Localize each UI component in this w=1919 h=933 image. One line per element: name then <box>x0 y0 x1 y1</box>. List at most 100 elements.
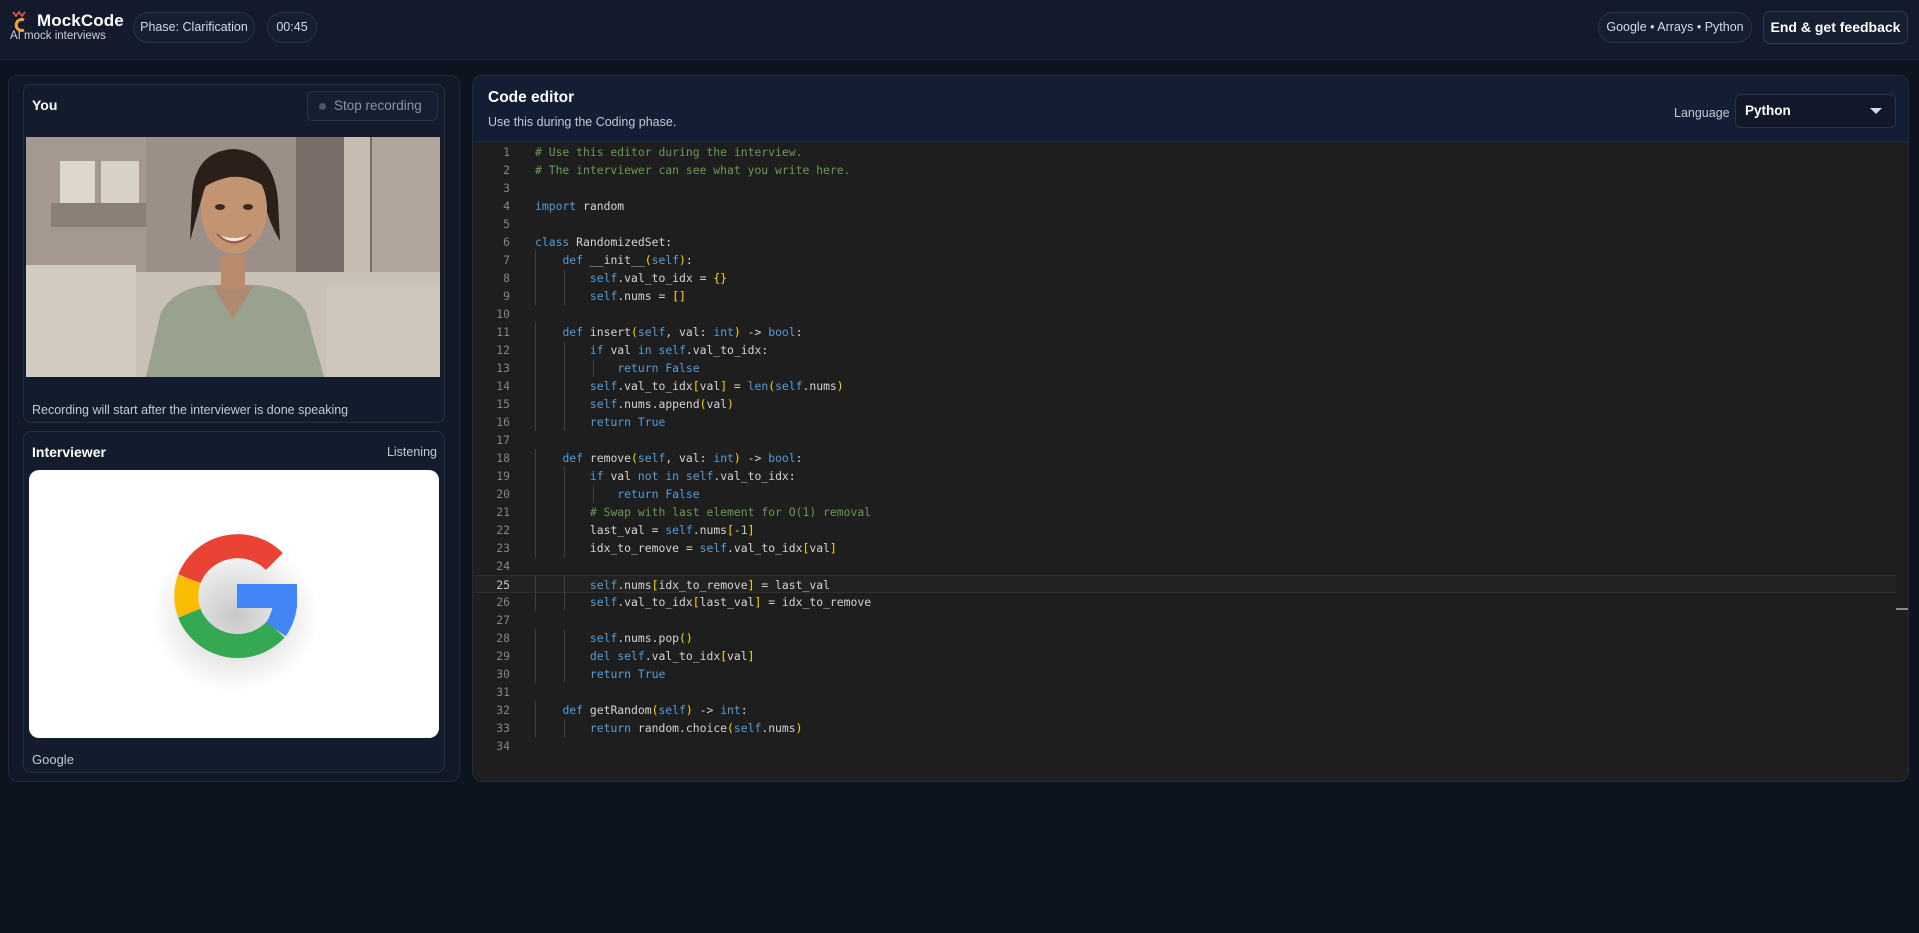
line-content: # Swap with last element for O(1) remova… <box>535 503 871 521</box>
code-token: .nums = <box>617 289 673 303</box>
code-token: insert <box>583 325 632 339</box>
code-line[interactable]: 23 idx_to_remove = self.val_to_idx[val] <box>473 539 1896 557</box>
language-label: Language <box>1674 106 1730 120</box>
line-number: 11 <box>496 325 510 339</box>
participants-panel: You Stop recording Recording will start … <box>8 75 460 782</box>
code-line[interactable]: 4 import random <box>473 197 1896 215</box>
code-line[interactable]: 28 self.nums.pop() <box>473 629 1896 647</box>
code-editor-textarea[interactable]: 1 # Use this editor during the interview.… <box>473 142 1908 781</box>
stop-recording-button[interactable]: Stop recording <box>307 91 438 121</box>
code-token: ( <box>644 253 652 267</box>
code-line[interactable]: 33 return random.choice(self.nums) <box>473 719 1896 737</box>
code-token: idx_to_remove = <box>589 541 700 555</box>
code-token: ] <box>747 523 755 537</box>
code-token: int <box>713 451 734 465</box>
code-line[interactable]: 9 self.nums = [] <box>473 287 1896 305</box>
code-token: = <box>727 379 748 393</box>
code-line[interactable]: 12 if val in self.val_to_idx: <box>473 341 1896 359</box>
line-content: class RandomizedSet: <box>535 233 672 251</box>
code-token: __init__ <box>583 253 645 267</box>
code-line[interactable]: 15 self.nums.append(val) <box>473 395 1896 413</box>
code-token: self <box>589 595 618 609</box>
line-number: 8 <box>503 271 510 285</box>
language-select[interactable]: Python <box>1735 94 1896 128</box>
code-line[interactable]: 17 <box>473 431 1896 449</box>
code-line[interactable]: 11 def insert(self, val: int) -> bool: <box>473 323 1896 341</box>
code-line[interactable]: 3 <box>473 179 1896 197</box>
code-line[interactable]: 34 <box>473 737 1896 755</box>
line-number: 32 <box>496 703 510 717</box>
code-line[interactable]: 26 self.val_to_idx[last_val] = idx_to_re… <box>473 593 1896 611</box>
line-content: def insert(self, val: int) -> bool: <box>535 323 803 341</box>
code-line[interactable]: 31 <box>473 683 1896 701</box>
code-line[interactable]: 10 <box>473 305 1896 323</box>
code-line[interactable]: 29 del self.val_to_idx[val] <box>473 647 1896 665</box>
code-line[interactable]: 2 # The interviewer can see what you writ… <box>473 161 1896 179</box>
line-content: self.val_to_idx[val] = len(self.nums) <box>535 377 844 395</box>
code-line[interactable]: 7 def __init__(self): <box>473 251 1896 269</box>
webcam-video <box>26 137 440 377</box>
line-number: 25 <box>496 578 510 592</box>
code-token: self <box>775 379 803 393</box>
code-line[interactable]: 25 self.nums[idx_to_remove] = last_val <box>473 575 1896 594</box>
code-line[interactable]: 18 def remove(self, val: int) -> bool: <box>473 449 1896 467</box>
code-line[interactable]: 21 # Swap with last element for O(1) rem… <box>473 503 1896 521</box>
line-number: 27 <box>496 613 510 627</box>
brand-subtitle: AI mock interviews <box>10 30 106 42</box>
editor-title: Code editor <box>488 89 575 106</box>
code-token: self <box>685 469 714 483</box>
code-token: ] <box>829 541 837 555</box>
code-token: False <box>665 487 700 501</box>
code-token: self <box>589 578 618 592</box>
line-content: self.nums = [] <box>535 287 686 305</box>
code-token: ) <box>733 451 741 465</box>
code-token: False <box>665 361 700 375</box>
code-line[interactable]: 14 self.val_to_idx[val] = len(self.nums) <box>473 377 1896 395</box>
code-line[interactable]: 27 <box>473 611 1896 629</box>
code-line[interactable]: 19 if val not in self.val_to_idx: <box>473 467 1896 485</box>
chevron-down-icon <box>1870 108 1882 114</box>
code-line[interactable]: 20 return False <box>473 485 1896 503</box>
code-token: : <box>795 325 803 339</box>
code-line[interactable]: 30 return True <box>473 665 1896 683</box>
code-line[interactable]: 16 return True <box>473 413 1896 431</box>
code-editor-panel: Code editor Use this during the Coding p… <box>472 75 1909 782</box>
line-number: 26 <box>496 595 510 609</box>
code-line[interactable]: 24 <box>473 557 1896 575</box>
code-line[interactable]: 8 self.val_to_idx = {} <box>473 269 1896 287</box>
code-line[interactable]: 13 return False <box>473 359 1896 377</box>
line-number: 29 <box>496 649 510 663</box>
webcam-frame-illustration <box>26 137 440 377</box>
code-token: val <box>809 541 830 555</box>
line-content: self.nums[idx_to_remove] = last_val <box>535 576 830 594</box>
code-line[interactable]: 5 <box>473 215 1896 233</box>
code-token: -> <box>740 451 769 465</box>
editor-header: Code editor Use this during the Coding p… <box>473 76 1908 142</box>
code-token: val <box>603 343 638 357</box>
code-line[interactable]: 32 def getRandom(self) -> int: <box>473 701 1896 719</box>
code-line[interactable]: 1 # Use this editor during the interview. <box>473 143 1896 161</box>
code-token: self <box>651 253 680 267</box>
code-token: self <box>589 397 618 411</box>
line-number: 12 <box>496 343 510 357</box>
code-token: {} <box>713 271 728 285</box>
end-and-feedback-button[interactable]: End & get feedback <box>1763 11 1908 44</box>
line-number: 33 <box>496 721 510 735</box>
line-number: 1 <box>503 145 510 159</box>
code-token: .nums <box>761 721 796 735</box>
code-line[interactable]: 6 class RandomizedSet: <box>473 233 1896 251</box>
code-token: def <box>562 253 584 267</box>
interview-context-badge: Google • Arrays • Python <box>1598 12 1752 43</box>
code-token: self <box>637 451 666 465</box>
code-line[interactable]: 22 last_val = self.nums[-1] <box>473 521 1896 539</box>
line-number: 24 <box>496 559 510 573</box>
line-content: last_val = self.nums[-1] <box>535 521 755 539</box>
code-token: class <box>535 235 570 249</box>
code-token: .val_to_idx = <box>617 271 714 285</box>
line-number: 28 <box>496 631 510 645</box>
code-token: self <box>617 649 645 663</box>
